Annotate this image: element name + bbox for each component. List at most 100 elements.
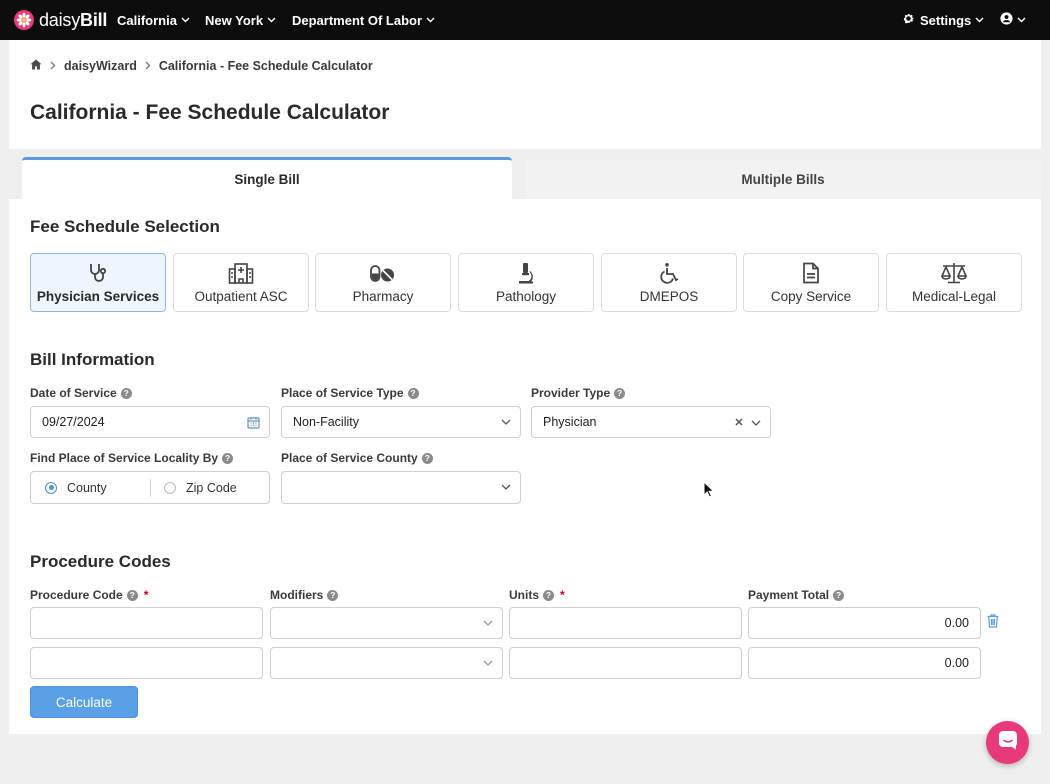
chevron-down-icon (181, 17, 190, 23)
page-header: daisyWizard California - Fee Schedule Ca… (9, 40, 1041, 149)
payment-total-header-text: Payment Total (748, 588, 830, 602)
fee-option-outpatient-asc[interactable]: Outpatient ASC (173, 253, 309, 312)
calculate-button[interactable]: Calculate (30, 686, 138, 718)
document-icon (802, 261, 820, 285)
date-of-service-input[interactable]: 09/27/2024 (30, 406, 270, 438)
modifiers-select[interactable] (270, 647, 503, 679)
nav-new-york[interactable]: New York (205, 0, 276, 40)
scales-icon (940, 261, 968, 285)
units-input[interactable] (509, 647, 742, 679)
place-of-service-type-value: Non-Facility (293, 415, 359, 429)
place-of-service-type-select[interactable]: Non-Facility (281, 406, 521, 438)
help-icon[interactable]: ? (543, 589, 554, 601)
payment-total-header: Payment Total ? (748, 588, 845, 602)
bill-information-title: Bill Information (30, 350, 155, 369)
radio-county-label: County (67, 480, 107, 495)
radio-county[interactable]: County (45, 481, 150, 495)
payment-total-value: 0.00 (944, 656, 969, 670)
stethoscope-icon (87, 261, 109, 285)
chat-icon (998, 730, 1018, 755)
help-icon[interactable]: ? (421, 452, 433, 464)
place-of-service-county-label: Place of Service County ? (281, 451, 433, 465)
trash-icon[interactable] (987, 614, 999, 633)
calendar-icon[interactable] (247, 407, 260, 437)
provider-type-select[interactable]: Physician (531, 406, 771, 438)
nav-settings[interactable]: Settings (902, 0, 984, 40)
radio-county-indicator (45, 481, 57, 494)
page-title: California - Fee Schedule Calculator (30, 101, 390, 124)
tab-single-bill-label: Single Bill (234, 172, 300, 187)
radio-zip-code[interactable]: Zip Code (164, 481, 237, 495)
provider-type-value: Physician (543, 415, 597, 429)
calculator-form: Fee Schedule Selection Physician Service… (9, 199, 1041, 734)
chevron-right-icon (50, 59, 56, 73)
fee-option-pharmacy[interactable]: Pharmacy (315, 253, 451, 312)
fee-option-dmepos[interactable]: DMEPOS (601, 253, 737, 312)
place-of-service-county-select[interactable] (281, 471, 521, 504)
payment-total-field: 0.00 (748, 647, 981, 679)
home-icon[interactable] (30, 59, 42, 73)
radio-divider (150, 478, 151, 497)
help-icon[interactable]: ? (327, 589, 339, 601)
nav-dol-label: Department Of Labor (292, 12, 423, 28)
fee-option-label: Pharmacy (352, 289, 414, 304)
fee-option-pathology[interactable]: Pathology (458, 253, 594, 312)
modifiers-select[interactable] (270, 607, 503, 639)
units-header-text: Units (509, 588, 539, 602)
fee-option-label: Physician Services (36, 289, 160, 304)
find-locality-label-text: Find Place of Service Locality By (30, 451, 219, 465)
chat-launcher-button[interactable] (986, 721, 1029, 764)
procedure-code-input[interactable] (30, 647, 263, 679)
fee-option-label: Outpatient ASC (194, 289, 288, 304)
fee-option-physician-services[interactable]: Physician Services (30, 253, 166, 312)
gear-icon (902, 12, 915, 28)
help-icon[interactable]: ? (407, 387, 419, 399)
clear-icon[interactable] (735, 415, 743, 429)
place-of-service-type-label: Place of Service Type ? (281, 386, 419, 400)
chevron-down-icon (483, 648, 493, 678)
nav-settings-label: Settings (920, 12, 972, 28)
daisy-logo-icon (14, 10, 34, 30)
nav-new-york-label: New York (205, 12, 264, 28)
help-icon[interactable]: ? (126, 589, 138, 601)
chevron-down-icon (483, 608, 493, 638)
required-marker: * (560, 588, 565, 602)
modifiers-header-text: Modifiers (270, 588, 324, 602)
procedure-codes-title: Procedure Codes (30, 552, 171, 571)
units-input[interactable] (509, 607, 742, 639)
date-of-service-value: 09/27/2024 (42, 415, 105, 429)
calculate-button-label: Calculate (55, 694, 113, 710)
procedure-code-header-text: Procedure Code (30, 588, 123, 602)
fee-option-copy-service[interactable]: Copy Service (743, 253, 879, 312)
procedure-code-input[interactable] (30, 607, 263, 639)
place-of-service-type-label-text: Place of Service Type (281, 386, 404, 400)
nav-california[interactable]: California (117, 0, 190, 40)
provider-type-label: Provider Type ? (531, 386, 626, 400)
wheelchair-icon (658, 261, 680, 285)
pills-icon (370, 261, 396, 285)
brand[interactable]: daisyBill (14, 0, 107, 40)
nav-department-of-labor[interactable]: Department Of Labor (292, 0, 435, 40)
chevron-down-icon (426, 17, 435, 23)
tab-multiple-bills[interactable]: Multiple Bills (525, 160, 1041, 199)
help-icon[interactable]: ? (614, 387, 626, 399)
fee-option-label: Pathology (495, 289, 557, 304)
help-icon[interactable]: ? (120, 387, 132, 399)
payment-total-value: 0.00 (944, 616, 969, 630)
help-icon[interactable]: ? (833, 589, 845, 601)
breadcrumb-daisywizard[interactable]: daisyWizard (64, 59, 137, 73)
chevron-down-icon (501, 472, 511, 502)
fee-option-medical-legal[interactable]: Medical-Legal (886, 253, 1022, 312)
chevron-down-icon (975, 17, 984, 23)
help-icon[interactable]: ? (222, 452, 234, 464)
nav-user-menu[interactable] (1000, 0, 1026, 40)
required-marker: * (143, 588, 149, 602)
chevron-right-icon (145, 59, 151, 73)
chevron-down-icon (751, 415, 761, 429)
radio-zip-code-label: Zip Code (186, 480, 237, 495)
nav-california-label: California (117, 12, 177, 28)
breadcrumb-current: California - Fee Schedule Calculator (158, 59, 373, 73)
tab-single-bill[interactable]: Single Bill (22, 157, 512, 199)
chevron-down-icon (267, 17, 276, 23)
top-navbar: daisyBill California New York Department… (0, 0, 1050, 40)
